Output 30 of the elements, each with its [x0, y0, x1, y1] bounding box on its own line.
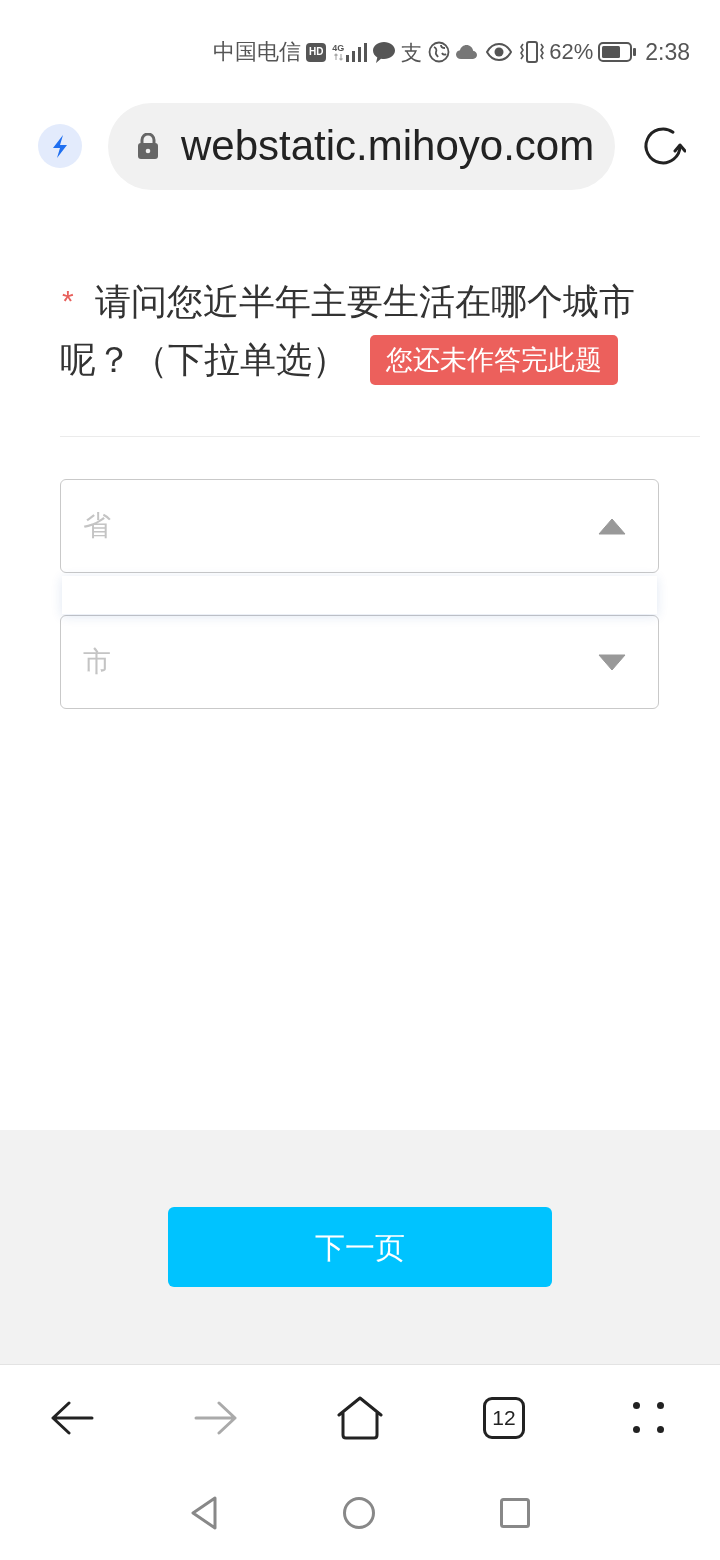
nav-home-icon[interactable]: [343, 1497, 375, 1529]
cloud-icon: [456, 45, 478, 59]
battery-percent: 62%: [549, 41, 594, 63]
nav-recents-icon[interactable]: [500, 1498, 530, 1528]
address-bar[interactable]: webstatic.mihoyo.com: [108, 102, 615, 190]
error-badge: 您还未作答完此题: [370, 334, 618, 385]
question-text: 呢？（下拉单选）: [60, 338, 348, 382]
dropdown-select[interactable]: 省: [60, 479, 659, 573]
tabs-count-button[interactable]: 12: [483, 1396, 525, 1439]
signal-icon: [345, 42, 368, 62]
dropdown-select[interactable]: 市: [60, 615, 659, 709]
lightning-icon[interactable]: [38, 124, 82, 168]
nav-back-icon[interactable]: [190, 1496, 218, 1530]
lock-icon: [137, 133, 159, 159]
next-page-button[interactable]: 下一页: [168, 1207, 552, 1287]
data-activity-icon: [333, 52, 343, 61]
hd-badge: HD: [306, 42, 327, 62]
network-type: 4G: [332, 43, 345, 53]
globe-icon: [428, 41, 451, 63]
chat-bubble-icon: [373, 41, 396, 63]
question-text: * 请问您近半年主要生活在哪个城市: [61, 280, 635, 324]
notification-glyph: 支: [401, 41, 423, 63]
battery-icon: [598, 42, 637, 62]
menu-dots-icon[interactable]: [632, 1402, 664, 1433]
carrier-name: 中国电信: [213, 41, 302, 63]
eye-icon: [486, 43, 513, 61]
home-icon[interactable]: [337, 1395, 383, 1440]
vibrate-icon: [519, 41, 546, 63]
back-arrow-icon[interactable]: [50, 1400, 94, 1435]
clock-time: 2:38: [645, 40, 690, 64]
